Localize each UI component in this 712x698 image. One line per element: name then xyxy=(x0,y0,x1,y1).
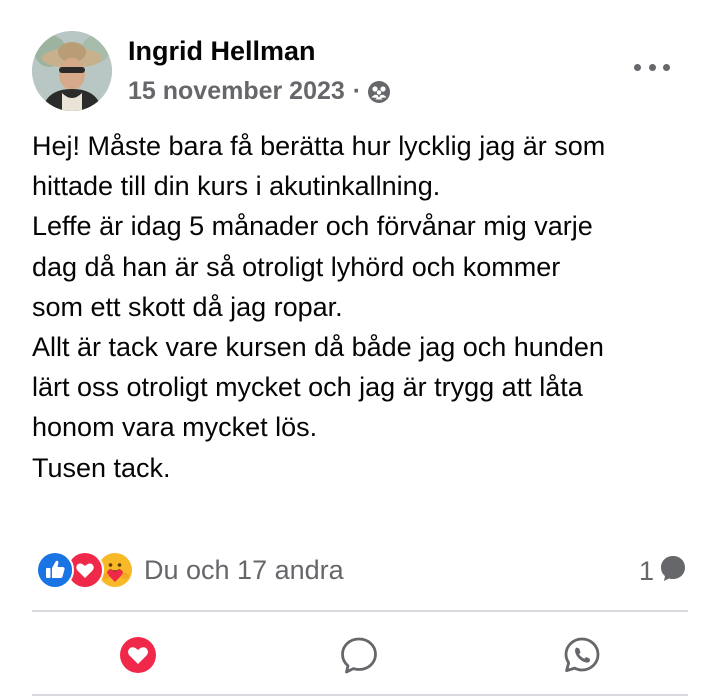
whatsapp-icon xyxy=(564,637,600,672)
post-text-line: Allt är tack vare kursen då både jag och… xyxy=(32,332,604,363)
reactions-summary[interactable]: Du och 17 andra xyxy=(36,551,344,589)
love-reaction-icon xyxy=(120,637,156,673)
post-text-line: hittade till din kurs i akutinkallning. xyxy=(32,171,441,202)
comment-icon xyxy=(341,637,377,674)
post-meta: 15 november 2023 · xyxy=(128,77,391,106)
more-horizontal-icon[interactable] xyxy=(634,52,670,82)
divider-bottom xyxy=(32,694,688,696)
divider-top xyxy=(32,610,688,612)
friends-icon xyxy=(367,80,391,104)
like-icon xyxy=(36,551,74,589)
post-text-line: honom vara mycket lös. xyxy=(32,412,318,443)
post-date[interactable]: 15 november 2023 xyxy=(128,77,345,106)
author-name[interactable]: Ingrid Hellman xyxy=(128,36,316,67)
post-text-line: Hej! Måste bara få berätta hur lycklig j… xyxy=(32,131,606,161)
comments-count-value: 1 xyxy=(638,556,654,586)
post-text-line: lärt oss otroligt mycket och jag är tryg… xyxy=(32,372,583,403)
author-avatar[interactable] xyxy=(32,31,112,111)
comments-count[interactable]: 1 xyxy=(639,553,688,590)
post-text: Hej! Måste bara få berätta hur lycklig j… xyxy=(32,126,692,488)
post-text-line: Leffe är idag 5 månader och förvånar mig… xyxy=(32,211,593,242)
whatsapp-button[interactable] xyxy=(559,632,605,678)
meta-separator: · xyxy=(352,77,362,105)
post-text-line: som ett skott då jag ropar. xyxy=(32,291,343,322)
reactions-text[interactable]: Du och 17 andra xyxy=(144,555,344,586)
comment-button[interactable] xyxy=(336,632,382,678)
love-reaction-button[interactable] xyxy=(115,632,161,678)
post-text-line: Tusen tack. xyxy=(32,452,171,483)
comment-bubble-icon xyxy=(654,553,688,590)
post-text-line: dag då han är så otroligt lyhörd och kom… xyxy=(32,251,561,282)
